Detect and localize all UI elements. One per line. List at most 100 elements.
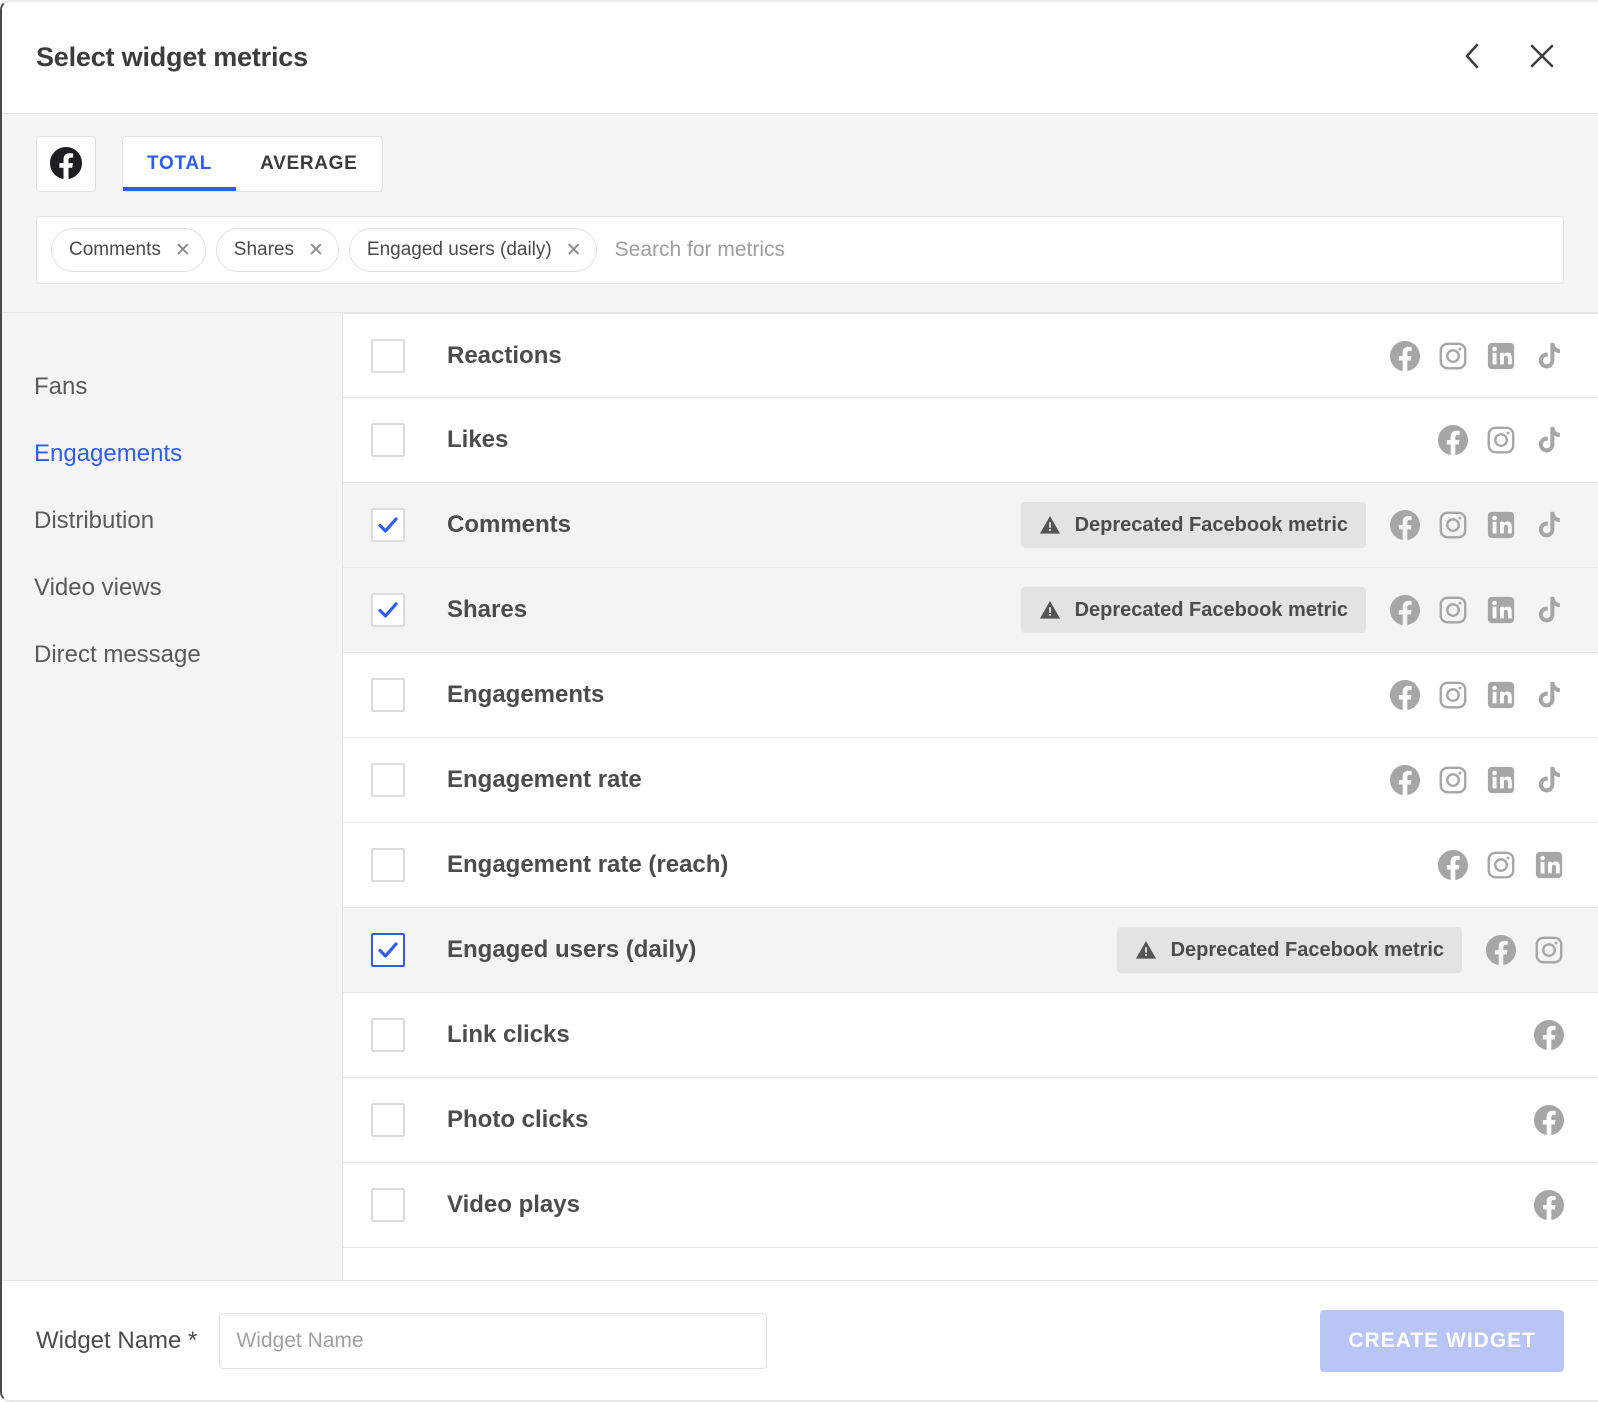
network-availability-icons <box>1534 1105 1564 1135</box>
metric-checkbox[interactable] <box>371 678 405 712</box>
metric-label: Comments <box>447 511 572 538</box>
linkedin-icon <box>1486 595 1516 625</box>
dialog-footer: Widget Name * CREATE WIDGET <box>2 1280 1598 1400</box>
metric-checkbox[interactable] <box>371 1188 405 1222</box>
deprecated-badge: Deprecated Facebook metric <box>1020 502 1366 548</box>
sidebar-item-video-views[interactable]: Video views <box>2 554 342 621</box>
chip-remove-icon[interactable]: ✕ <box>308 241 324 260</box>
linkedin-icon <box>1486 510 1516 540</box>
instagram-icon <box>1438 680 1468 710</box>
metric-row[interactable]: Photo clicks <box>343 1078 1598 1163</box>
sidebar-item-label: Direct message <box>34 640 201 668</box>
deprecated-badge-label: Deprecated Facebook metric <box>1074 513 1348 536</box>
tiktok-icon <box>1534 595 1564 625</box>
chip-label: Shares <box>233 239 294 260</box>
network-availability-icons <box>1390 680 1564 710</box>
search-input[interactable] <box>606 238 1549 262</box>
dialog-body: Fans Engagements Distribution Video views Di… <box>2 313 1598 1280</box>
metric-row[interactable]: Link clicks <box>343 993 1598 1078</box>
tiktok-icon <box>1534 425 1564 455</box>
sidebar-item-engagements[interactable]: Engagements <box>2 420 342 487</box>
tiktok-icon <box>1534 341 1564 371</box>
sidebar-item-fans[interactable]: Fans <box>2 353 342 420</box>
network-availability-icons <box>1438 850 1564 880</box>
deprecated-badge-label: Deprecated Facebook metric <box>1170 938 1444 961</box>
facebook-icon <box>50 146 82 182</box>
metric-checkbox[interactable] <box>371 763 405 797</box>
metric-checkbox[interactable] <box>371 508 405 542</box>
chip-label: Comments <box>69 239 161 260</box>
network-availability-icons <box>1390 340 1564 371</box>
dialog-header: Select widget metrics <box>2 2 1598 114</box>
instagram-icon <box>1534 935 1564 965</box>
metric-label: Engagement rate (reach) <box>447 851 729 878</box>
sidebar-item-distribution[interactable]: Distribution <box>2 487 342 554</box>
facebook-icon <box>1534 1190 1564 1220</box>
tiktok-icon <box>1534 510 1564 540</box>
metric-label: Photo clicks <box>447 1106 589 1133</box>
metric-label: Link clicks <box>447 1021 570 1048</box>
warning-triangle-icon <box>1135 939 1157 961</box>
aggregation-tabs: TOTAL AVERAGE <box>122 136 383 192</box>
close-icon <box>1527 41 1557 74</box>
sidebar-item-label: Video views <box>34 573 162 601</box>
deprecated-badge: Deprecated Facebook metric <box>1020 587 1366 633</box>
selected-metric-chip: Engaged users (daily) ✕ <box>348 228 597 272</box>
metric-row[interactable]: Engagement rate (reach) <box>343 823 1598 908</box>
metric-row[interactable]: Video plays <box>343 1163 1598 1248</box>
facebook-icon <box>1390 765 1420 795</box>
network-availability-icons <box>1390 595 1564 625</box>
linkedin-icon <box>1486 680 1516 710</box>
warning-triangle-icon <box>1039 514 1061 536</box>
metric-row[interactable]: Engagements <box>343 653 1598 738</box>
metric-checkbox[interactable] <box>371 848 405 882</box>
metric-checkbox[interactable] <box>371 1103 405 1137</box>
widget-name-label: Widget Name * <box>36 1326 198 1354</box>
metric-checkbox[interactable] <box>371 338 405 373</box>
metric-row[interactable]: Likes <box>343 398 1598 483</box>
facebook-icon <box>1534 1105 1564 1135</box>
metric-row[interactable]: Reactions <box>343 313 1598 398</box>
metric-row[interactable]: Engaged users (daily) Deprecated Facebook… <box>343 908 1598 993</box>
tab-total[interactable]: TOTAL <box>123 137 237 191</box>
widget-name-input[interactable] <box>219 1312 768 1369</box>
network-filter-facebook-button[interactable] <box>36 136 96 192</box>
metric-label: Reactions <box>447 341 562 369</box>
facebook-icon <box>1390 340 1420 371</box>
back-button[interactable] <box>1450 36 1494 80</box>
tiktok-icon <box>1534 680 1564 710</box>
metric-checkbox[interactable] <box>371 1018 405 1052</box>
metrics-list: Reactions Likes Comments Deprecated Faceboo… <box>343 313 1598 1280</box>
metric-checkbox[interactable] <box>371 423 405 457</box>
metric-label: Engagement rate <box>447 766 642 793</box>
sidebar-item-label: Fans <box>34 372 88 400</box>
toolbar-row: TOTAL AVERAGE <box>36 136 1564 192</box>
metric-checkbox[interactable] <box>371 933 405 967</box>
facebook-icon <box>1390 680 1420 710</box>
metric-row[interactable]: Engagement rate <box>343 738 1598 823</box>
facebook-icon <box>1390 595 1420 625</box>
metric-row[interactable]: Shares Deprecated Facebook metric <box>343 568 1598 653</box>
metric-label: Engaged users (daily) <box>447 936 697 963</box>
metric-row[interactable]: Comments Deprecated Facebook metric <box>343 483 1598 568</box>
linkedin-icon <box>1486 341 1516 371</box>
network-availability-icons <box>1438 425 1564 455</box>
metric-checkbox[interactable] <box>371 593 405 627</box>
chip-remove-icon[interactable]: ✕ <box>175 241 191 260</box>
chip-remove-icon[interactable]: ✕ <box>566 241 582 260</box>
instagram-icon <box>1438 341 1468 371</box>
network-availability-icons <box>1390 765 1564 795</box>
close-button[interactable] <box>1520 36 1564 80</box>
warning-triangle-icon <box>1039 599 1061 621</box>
network-availability-icons <box>1486 935 1564 965</box>
tab-average[interactable]: AVERAGE <box>236 137 381 191</box>
facebook-icon <box>1438 850 1468 880</box>
linkedin-icon <box>1534 850 1564 880</box>
create-widget-button[interactable]: CREATE WIDGET <box>1320 1309 1564 1372</box>
deprecated-badge-label: Deprecated Facebook metric <box>1074 598 1348 621</box>
facebook-icon <box>1486 935 1516 965</box>
sidebar-item-direct-message[interactable]: Direct message <box>2 621 342 688</box>
chevron-left-icon <box>1461 40 1483 75</box>
metric-label: Shares <box>447 596 528 623</box>
metrics-search-box[interactable]: Comments ✕ Shares ✕ Engaged users (daily… <box>36 216 1564 284</box>
